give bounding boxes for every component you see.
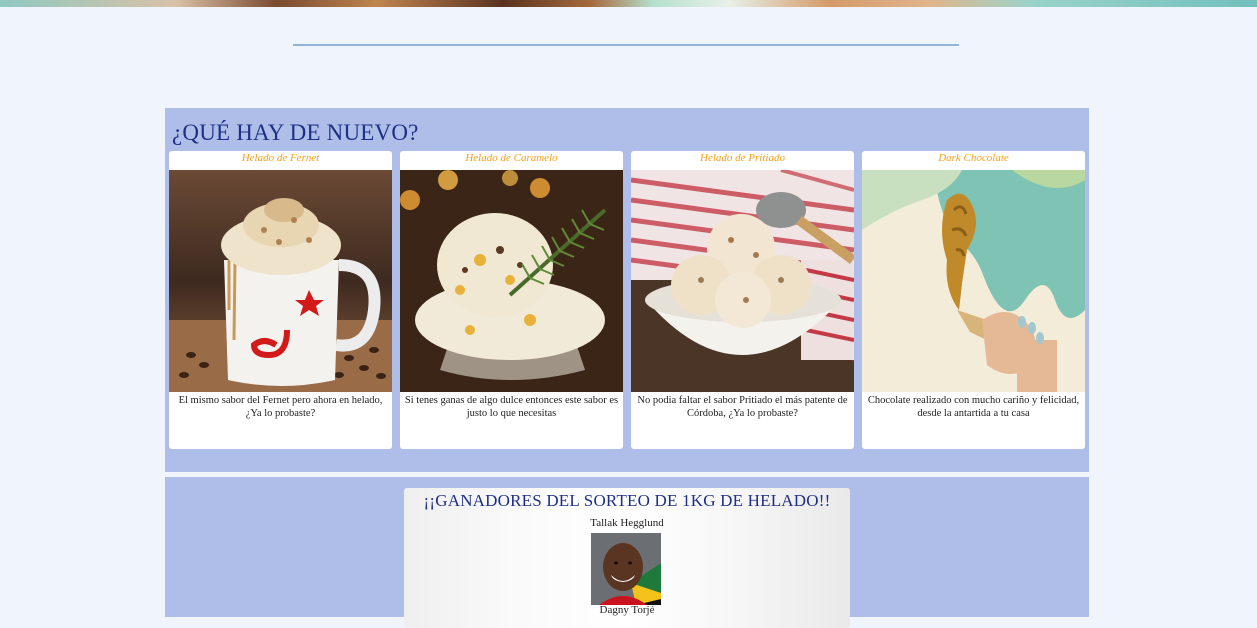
card-description: El mismo sabor del Fernet pero ahora en … — [178, 395, 383, 419]
card-title: Helado de Caramelo — [465, 152, 558, 164]
raffle-title: ¡¡GANADORES DEL SORTEO DE 1KG DE HELADO!… — [423, 491, 831, 510]
product-card-fernet[interactable]: Helado de Fernet El mismo sabor del Fern… — [169, 151, 392, 449]
winner-name: Dagny Torjé — [599, 604, 655, 616]
product-card-dark-chocolate[interactable]: Dark Chocolate Chocolate realizado con m… — [862, 151, 1085, 449]
news-section: ¿QUÉ HAY DE NUEVO? Helado de Fernet El m… — [165, 108, 1089, 472]
news-title: ¿QUÉ HAY DE NUEVO? — [172, 120, 419, 145]
raffle-section: ¡¡GANADORES DEL SORTEO DE 1KG DE HELADO!… — [165, 477, 1089, 628]
caramel-ice-cream-glass-image — [400, 170, 623, 392]
winner-avatar-image — [591, 533, 661, 605]
header-divider — [293, 44, 959, 46]
pritiado-ice-cream-bowl-image — [631, 170, 854, 392]
card-description: No podia faltar el sabor Pritiado el más… — [637, 395, 848, 419]
fernet-ice-cream-mug-image — [169, 170, 392, 392]
card-description: Chocolate realizado con mucho cariño y f… — [867, 395, 1080, 419]
card-description: Si tenes ganas de algo dulce entonces es… — [404, 395, 619, 419]
card-title: Helado de Fernet — [241, 152, 320, 164]
product-card-pritiado[interactable]: Helado de Pritiado No podia faltar el sa… — [631, 151, 854, 449]
product-card-caramelo[interactable]: Helado de Caramelo Si tenes ganas de alg… — [400, 151, 623, 449]
raffle-winners-box: ¡¡GANADORES DEL SORTEO DE 1KG DE HELADO!… — [404, 488, 850, 628]
hero-banner-strip — [0, 0, 1257, 11]
chocolate-cone-image — [862, 170, 1085, 392]
card-title: Helado de Pritiado — [700, 152, 785, 164]
card-title: Dark Chocolate — [938, 152, 1009, 164]
winner-name: Tallak Hegglund — [590, 517, 664, 529]
